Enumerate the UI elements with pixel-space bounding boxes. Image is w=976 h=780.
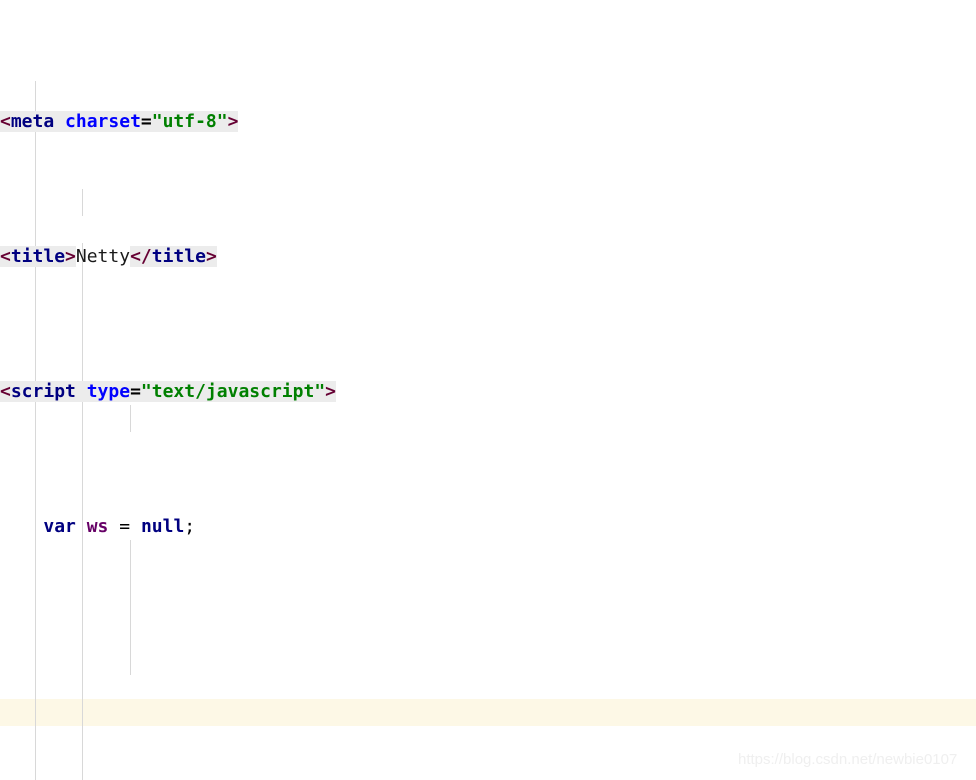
angle-bracket-close-open-icon: </ [130,246,152,267]
angle-bracket-close-icon: > [325,381,336,402]
tag-name-script: script [10,381,76,402]
code-line-3[interactable]: <script type="text/javascript"> [0,378,726,405]
code-line-1[interactable]: <meta charset="utf-8"> [0,108,726,135]
watermark-blog-url: https://blog.csdn.net/newbie0107 [738,751,958,768]
angle-bracket-open-icon: < [0,111,11,132]
equals-sign: = [140,111,152,132]
tag-name-title: title [10,246,66,267]
code-editor-viewport[interactable]: <meta charset="utf-8"> <title>Netty</tit… [0,0,976,780]
code-content[interactable]: <meta charset="utf-8"> <title>Netty</tit… [0,0,726,780]
keyword-var: var [43,516,76,537]
tag-name-meta: meta [10,111,55,132]
code-line-2[interactable]: <title>Netty</title> [0,243,726,270]
attr-value-text-javascript: "text/javascript" [140,381,326,402]
code-line-5-blank[interactable] [0,648,726,675]
assign-operator: = [119,516,131,537]
keyword-null: null [140,516,185,537]
angle-bracket-open-icon: < [0,381,11,402]
angle-bracket-close-icon: > [205,246,217,267]
angle-bracket-open-icon: < [0,246,11,267]
attr-value-utf8: "utf-8" [151,111,228,132]
attr-type: type [86,381,131,402]
code-line-4[interactable]: var ws = null; [0,513,726,540]
semicolon: ; [184,516,196,537]
attr-charset: charset [65,111,141,132]
tag-name-title-closing: title [151,246,206,267]
title-text-netty: Netty [75,246,131,267]
angle-bracket-close-icon: > [227,111,239,132]
equals-sign: = [130,381,141,402]
angle-bracket-close-icon: > [65,246,76,267]
variable-ws: ws [86,516,109,537]
